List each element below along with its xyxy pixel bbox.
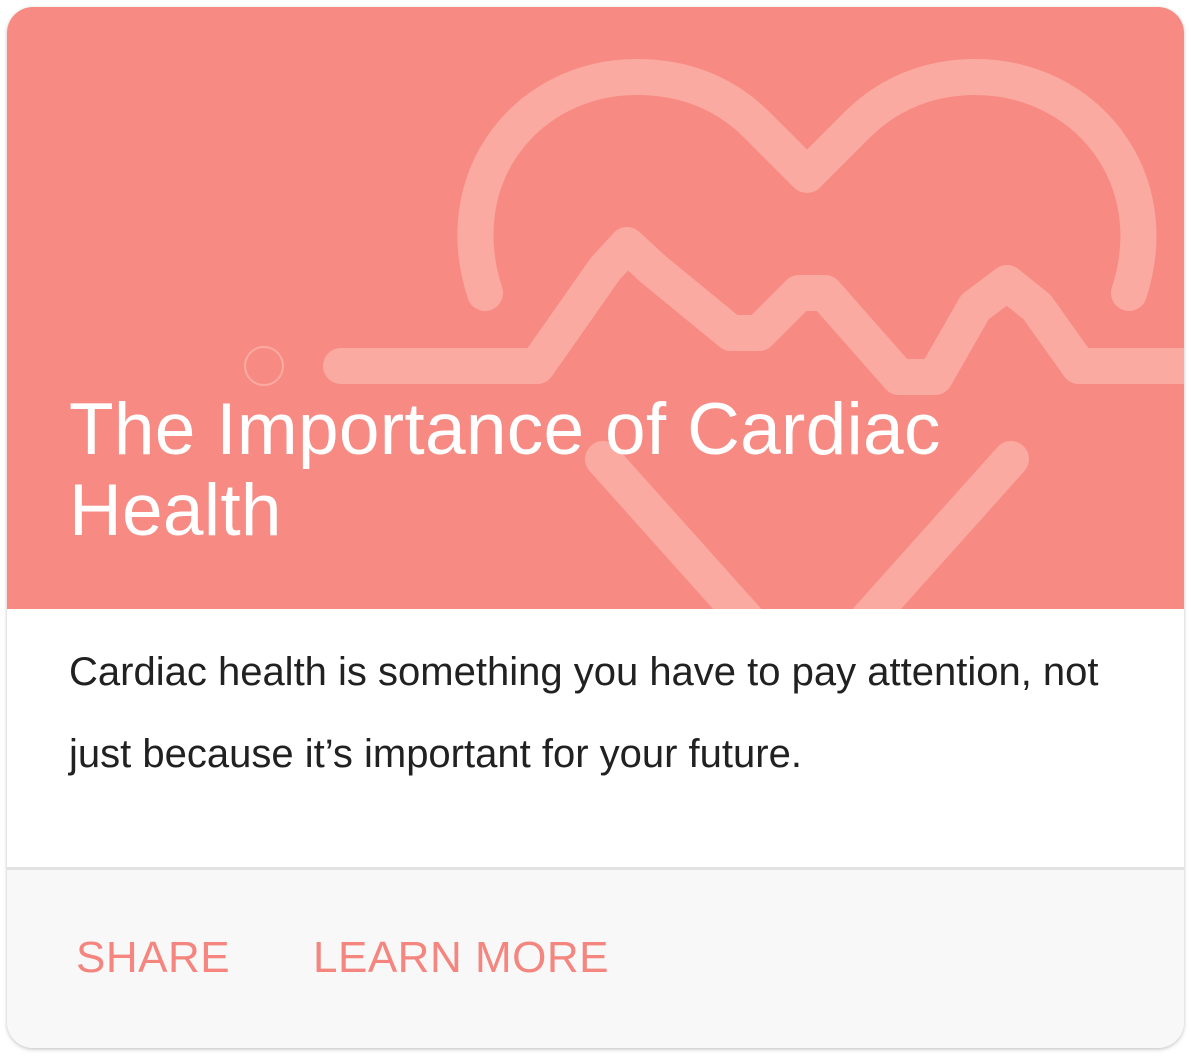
card-media: The Importance of Cardiac Health (7, 7, 1184, 609)
share-button[interactable]: SHARE (68, 926, 238, 990)
card-content: Cardiac health is something you have to … (7, 609, 1184, 867)
card-actions: SHARE LEARN MORE (7, 870, 1184, 1048)
learn-more-button[interactable]: LEARN MORE (305, 926, 617, 990)
article-card: The Importance of Cardiac Health Cardiac… (7, 7, 1184, 1048)
card-body-text: Cardiac health is something you have to … (69, 650, 1099, 776)
card-title: The Importance of Cardiac Health (69, 389, 941, 551)
